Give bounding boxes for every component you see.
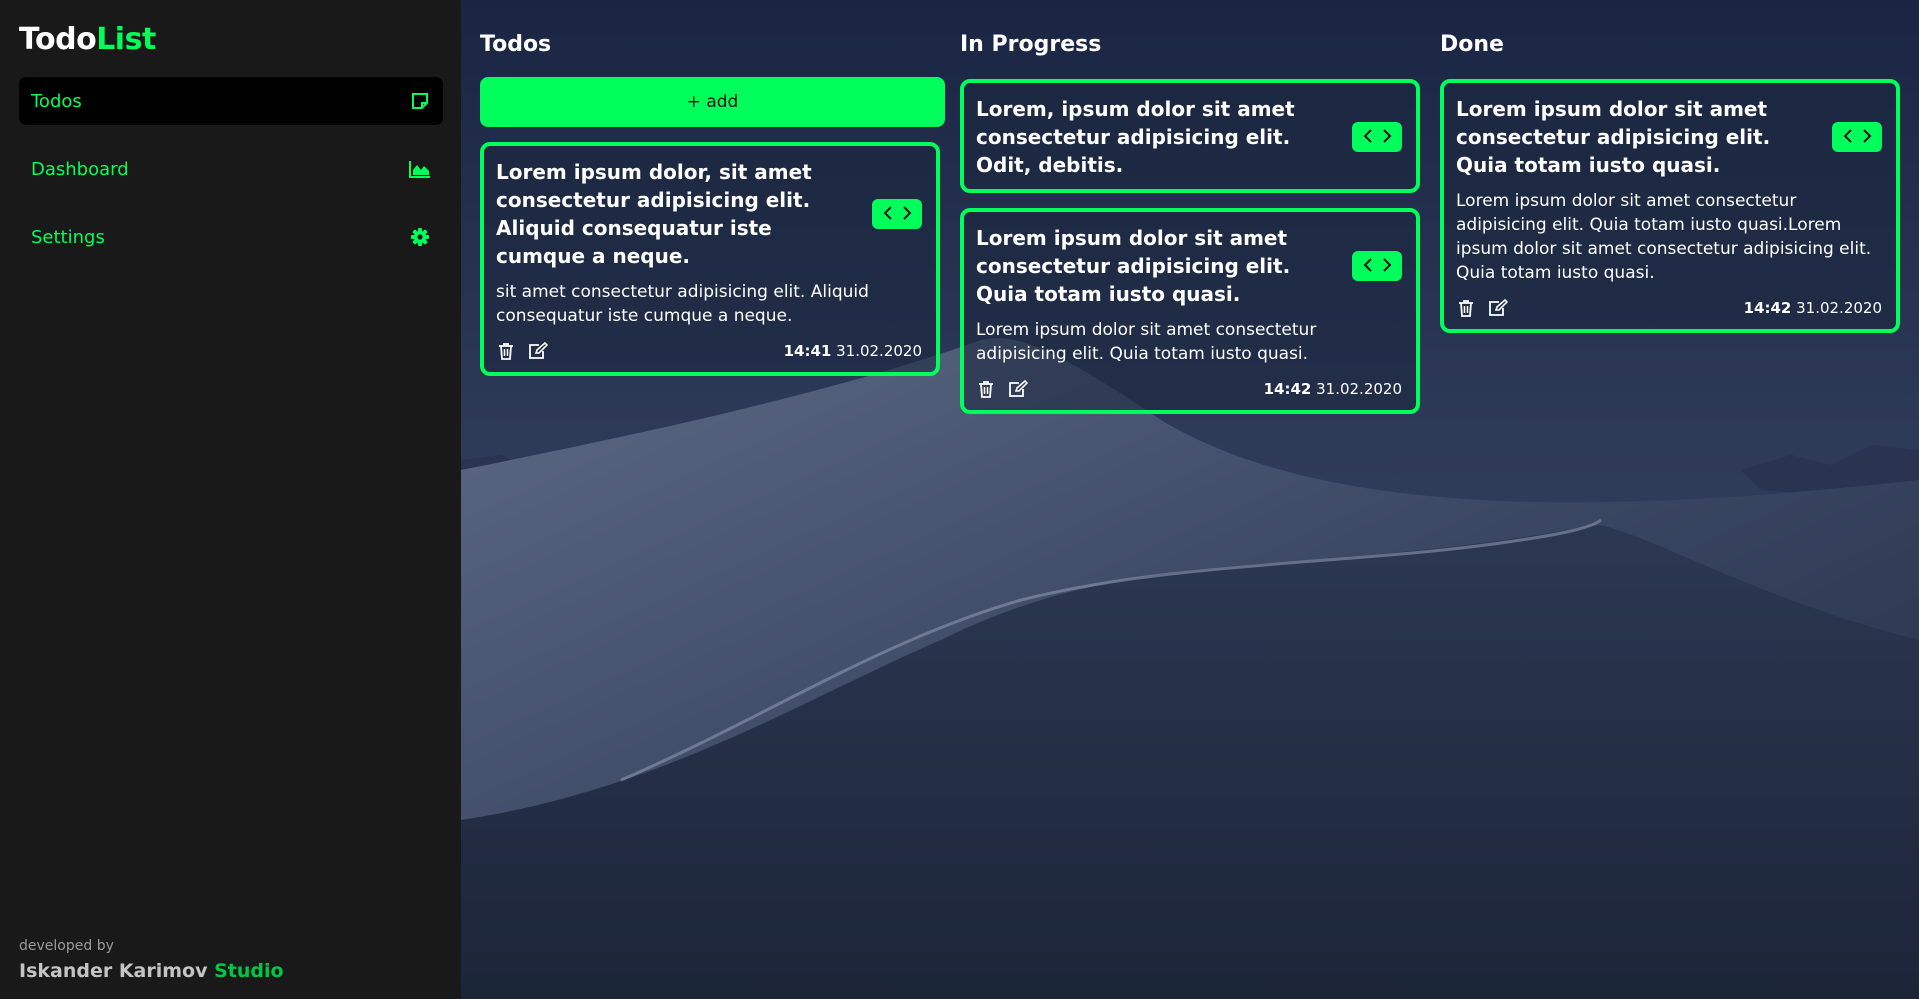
studio-label: Studio bbox=[214, 960, 284, 982]
sidebar: TodoList Todos Dashboard Settings develo… bbox=[0, 0, 461, 999]
card-time: 14:41 bbox=[783, 342, 832, 360]
card-time: 14:42 bbox=[1743, 299, 1792, 317]
edit-icon[interactable] bbox=[1488, 298, 1508, 318]
todo-card[interactable]: Lorem, ipsum dolor sit amet consectetur … bbox=[960, 79, 1420, 193]
card-timestamp: 14:41 31.02.2020 bbox=[784, 342, 922, 360]
trash-icon[interactable] bbox=[976, 379, 996, 399]
developed-by-label: developed by bbox=[19, 938, 114, 954]
sidebar-nav: Todos Dashboard Settings bbox=[19, 77, 443, 281]
card-date: 31.02.2020 bbox=[1316, 380, 1402, 398]
card-title: Lorem ipsum dolor sit amet consectetur a… bbox=[1456, 97, 1771, 177]
card-description: Lorem ipsum dolor sit amet consectetur a… bbox=[1456, 191, 1872, 283]
move-arrows[interactable] bbox=[1352, 251, 1402, 281]
author-label: Iskander Karimov bbox=[19, 960, 208, 982]
chevron-right-icon[interactable] bbox=[1382, 128, 1392, 147]
chevron-left-icon[interactable] bbox=[1363, 257, 1373, 276]
chevron-right-icon[interactable] bbox=[1382, 257, 1392, 276]
brand-part-2: List bbox=[96, 22, 156, 57]
board: Todos + add Lorem ipsum dolor, sit amet … bbox=[461, 0, 1919, 999]
brand-part-1: Todo bbox=[19, 22, 97, 57]
sidebar-item-todos[interactable]: Todos bbox=[19, 77, 443, 125]
sidebar-item-label: Todos bbox=[31, 90, 82, 112]
trash-icon[interactable] bbox=[1456, 298, 1476, 318]
sidebar-item-settings[interactable]: Settings bbox=[19, 213, 443, 261]
trash-icon[interactable] bbox=[496, 341, 516, 361]
card-timestamp: 14:42 31.02.2020 bbox=[1264, 380, 1402, 398]
card-date: 31.02.2020 bbox=[1796, 299, 1882, 317]
column-todos: Todos + add Lorem ipsum dolor, sit amet … bbox=[480, 32, 946, 376]
todo-card[interactable]: Lorem ipsum dolor sit amet consectetur a… bbox=[1440, 79, 1900, 333]
card-time: 14:42 bbox=[1263, 380, 1312, 398]
column-title: Todos bbox=[480, 32, 552, 57]
todo-card[interactable]: Lorem ipsum dolor sit amet consectetur a… bbox=[960, 208, 1420, 414]
card-date: 31.02.2020 bbox=[836, 342, 922, 360]
column-in-progress: In Progress Lorem, ipsum dolor sit amet … bbox=[960, 32, 1426, 414]
gear-icon bbox=[409, 226, 431, 248]
credits: developed by Iskander Karimov Studio bbox=[19, 938, 284, 982]
move-arrows[interactable] bbox=[1352, 122, 1402, 152]
app-logo[interactable]: TodoList bbox=[19, 22, 156, 57]
sidebar-item-dashboard[interactable]: Dashboard bbox=[19, 145, 443, 193]
chevron-right-icon[interactable] bbox=[902, 205, 912, 224]
area-chart-icon bbox=[409, 158, 431, 180]
column-title: Done bbox=[1440, 32, 1504, 57]
sidebar-item-label: Settings bbox=[31, 226, 105, 248]
chevron-right-icon[interactable] bbox=[1862, 128, 1872, 147]
column-title: In Progress bbox=[960, 32, 1102, 57]
edit-icon[interactable] bbox=[528, 341, 548, 361]
chevron-left-icon[interactable] bbox=[883, 205, 893, 224]
add-todo-button[interactable]: + add bbox=[480, 77, 945, 127]
card-description: sit amet consectetur adipisicing elit. A… bbox=[496, 282, 869, 326]
card-title: Lorem ipsum dolor, sit amet consectetur … bbox=[496, 160, 812, 268]
card-title: Lorem, ipsum dolor sit amet consectetur … bbox=[976, 97, 1295, 177]
card-title: Lorem ipsum dolor sit amet consectetur a… bbox=[976, 226, 1291, 306]
edit-icon[interactable] bbox=[1008, 379, 1028, 399]
sticky-note-icon bbox=[409, 90, 431, 112]
chevron-left-icon[interactable] bbox=[1843, 128, 1853, 147]
card-timestamp: 14:42 31.02.2020 bbox=[1744, 299, 1882, 317]
sidebar-item-label: Dashboard bbox=[31, 158, 129, 180]
author-name: Iskander Karimov Studio bbox=[19, 960, 284, 982]
move-arrows[interactable] bbox=[872, 199, 922, 229]
move-arrows[interactable] bbox=[1832, 122, 1882, 152]
column-done: Done Lorem ipsum dolor sit amet consecte… bbox=[1440, 32, 1906, 333]
card-description: Lorem ipsum dolor sit amet consectetur a… bbox=[976, 320, 1317, 364]
chevron-left-icon[interactable] bbox=[1363, 128, 1373, 147]
todo-card[interactable]: Lorem ipsum dolor, sit amet consectetur … bbox=[480, 142, 940, 376]
